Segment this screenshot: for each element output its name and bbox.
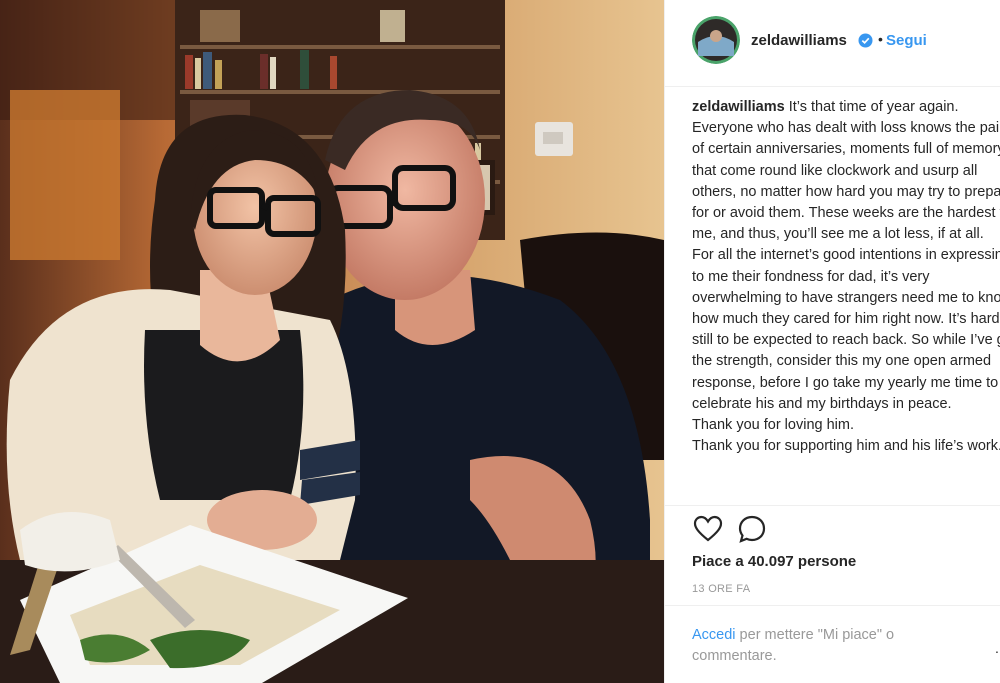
avatar-image	[692, 16, 740, 64]
login-prompt: Accedi per mettere "Mi piace" o commenta…	[692, 625, 982, 667]
post-photo[interactable]	[0, 0, 664, 683]
heart-icon[interactable]	[692, 513, 724, 545]
comment-bubble-icon[interactable]	[736, 513, 768, 545]
divider	[665, 605, 1000, 606]
caption-username-link[interactable]: zeldawilliams	[692, 99, 785, 115]
username-link[interactable]: zeldawilliams	[751, 32, 847, 49]
avatar[interactable]	[692, 16, 740, 64]
divider	[665, 505, 1000, 506]
more-options-icon[interactable]: ...	[995, 640, 1000, 656]
caption-text: It’s that time of year again. Everyone w…	[692, 99, 1000, 455]
photo-illustration	[0, 0, 664, 683]
follow-button[interactable]: Segui	[886, 32, 927, 49]
separator-dot: •	[878, 31, 883, 47]
post-caption: zeldawilliams It’s that time of year aga…	[692, 97, 1000, 501]
likes-count[interactable]: Piace a 40.097 persone	[692, 553, 856, 570]
verified-badge-icon	[858, 33, 873, 48]
post-timestamp[interactable]: 13 ORE FA	[692, 583, 750, 595]
post-side-panel: zeldawilliams • Segui zeldawilliams It’s…	[664, 0, 1000, 683]
post-header: zeldawilliams • Segui	[665, 0, 1000, 87]
login-link[interactable]: Accedi	[692, 627, 736, 643]
